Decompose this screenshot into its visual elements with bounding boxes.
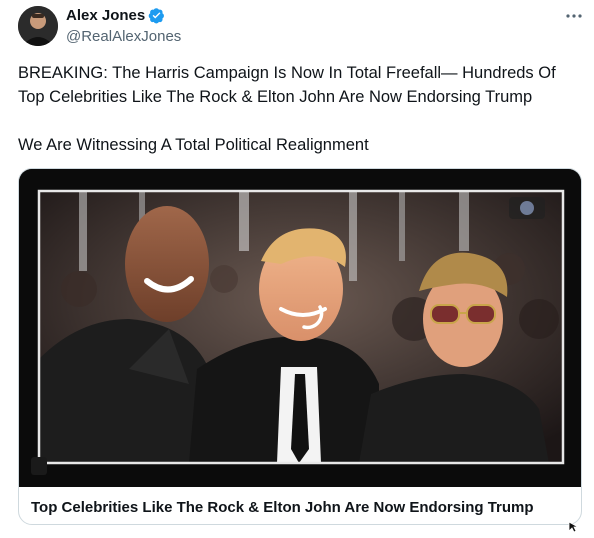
author-handle[interactable]: @RealAlexJones: [66, 28, 181, 45]
more-options-icon[interactable]: [562, 6, 586, 26]
card-title[interactable]: Top Celebrities Like The Rock & Elton Jo…: [31, 499, 571, 516]
card-image[interactable]: [19, 169, 581, 487]
tweet-text: BREAKING: The Harris Campaign Is Now In …: [18, 64, 556, 154]
avatar[interactable]: [18, 6, 58, 46]
cursor-arrow-icon: [568, 520, 580, 533]
verified-badge-icon: [148, 7, 165, 24]
author-name-row[interactable]: Alex Jones: [66, 7, 165, 24]
link-card[interactable]: Top Celebrities Like The Rock & Elton Jo…: [18, 168, 582, 525]
display-name[interactable]: Alex Jones: [66, 7, 145, 24]
